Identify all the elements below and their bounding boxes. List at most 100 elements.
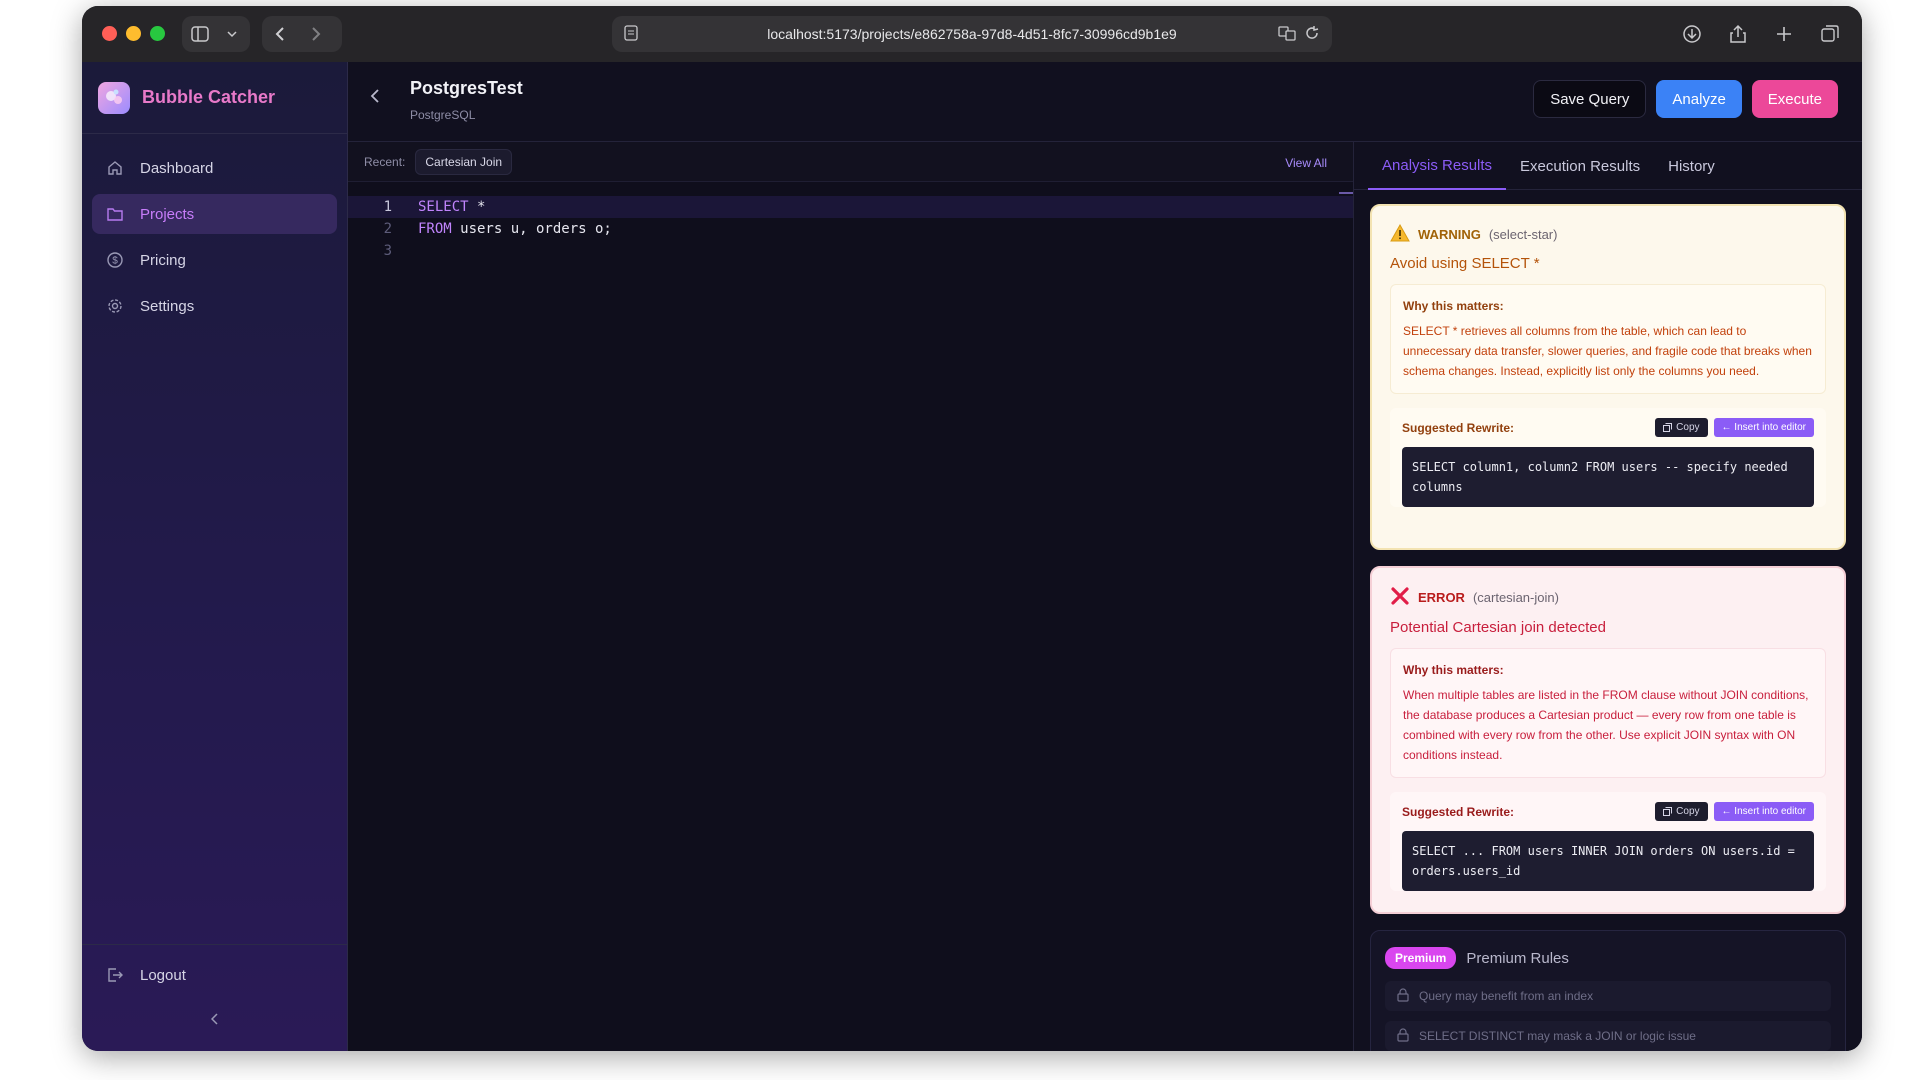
locked-rule[interactable]: SELECT DISTINCT may mask a JOIN or logic…: [1385, 1021, 1831, 1051]
code-line[interactable]: 3: [348, 240, 1353, 262]
reload-icon[interactable]: [1304, 25, 1320, 44]
rewrite-label: Suggested Rewrite:: [1402, 804, 1515, 819]
rewrite-label: Suggested Rewrite:: [1402, 420, 1515, 435]
line-number: 3: [383, 243, 392, 259]
tab-execution-results[interactable]: Execution Results: [1506, 142, 1654, 190]
sidebar-item-label: Dashboard: [140, 159, 214, 177]
browser-window: localhost:5173/projects/e862758a-97d8-4d…: [82, 6, 1862, 1051]
code-keyword: FROM: [418, 221, 452, 237]
result-title: Potential Cartesian join detected: [1390, 619, 1606, 636]
recent-query-chip[interactable]: Cartesian Join: [415, 148, 513, 175]
new-tab-icon[interactable]: [1766, 16, 1802, 52]
brand[interactable]: Bubble Catcher: [82, 62, 347, 134]
why-text: SELECT * retrieves all columns from the …: [1403, 324, 1812, 378]
analyze-button[interactable]: Analyze: [1656, 80, 1742, 118]
sidebar-item-label: Settings: [140, 297, 195, 315]
dollar-icon: $: [106, 251, 124, 269]
back-button[interactable]: [370, 88, 380, 109]
sidebar-item-dashboard[interactable]: Dashboard: [92, 148, 337, 188]
sidebar-item-pricing[interactable]: $ Pricing: [92, 240, 337, 280]
gear-icon: [106, 297, 124, 315]
chevron-left-icon: [370, 89, 379, 103]
code-line[interactable]: 2 FROM users u, orders o;: [348, 218, 1353, 240]
execute-button[interactable]: Execute: [1751, 80, 1838, 118]
why-box: Why this matters: SELECT * retrieves all…: [1390, 284, 1826, 394]
home-icon: [106, 159, 124, 177]
collapse-sidebar-button[interactable]: [92, 1001, 337, 1041]
svg-text:$: $: [112, 256, 118, 267]
copy-icon: [1663, 807, 1673, 816]
why-label: Why this matters:: [1403, 299, 1504, 313]
premium-title: Premium Rules: [1466, 949, 1569, 967]
sidebar-toggle-group: [182, 16, 250, 52]
sidebar-item-settings[interactable]: Settings: [92, 286, 337, 326]
sidebar-toggle-icon[interactable]: [182, 16, 218, 52]
analysis-results-list: WARNING (select-star) Avoid using SELECT…: [1354, 190, 1862, 914]
error-x-icon: [1390, 586, 1410, 609]
copy-button[interactable]: Copy: [1655, 418, 1708, 437]
sql-editor[interactable]: 1 SELECT * 2 FROM users u, orders o; 3: [348, 182, 1353, 262]
severity-label: WARNING: [1418, 227, 1481, 242]
address-bar[interactable]: localhost:5173/projects/e862758a-97d8-4d…: [612, 16, 1332, 52]
sidebar-item-projects[interactable]: Projects: [92, 194, 337, 234]
translate-icon[interactable]: [1278, 25, 1296, 44]
save-query-button[interactable]: Save Query: [1533, 80, 1647, 118]
suggested-rewrite: Suggested Rewrite: Copy ← Insert into ed…: [1390, 408, 1826, 507]
copy-button[interactable]: Copy: [1655, 802, 1708, 821]
rewrite-code: SELECT column1, column2 FROM users -- sp…: [1402, 447, 1814, 507]
result-title: Avoid using SELECT *: [1390, 255, 1540, 272]
warning-result-card: WARNING (select-star) Avoid using SELECT…: [1370, 204, 1846, 550]
insert-into-editor-button[interactable]: ← Insert into editor: [1713, 418, 1814, 437]
view-all-link[interactable]: View All: [1285, 156, 1327, 170]
code-line[interactable]: 1 SELECT *: [348, 196, 1353, 218]
download-icon[interactable]: [1674, 16, 1710, 52]
locked-rule[interactable]: Query may benefit from an index: [1385, 981, 1831, 1011]
window-controls: [102, 26, 165, 41]
why-label: Why this matters:: [1403, 663, 1504, 677]
insert-into-editor-button[interactable]: ← Insert into editor: [1713, 802, 1814, 821]
sidebar-item-label: Projects: [140, 205, 195, 223]
copy-icon: [1663, 423, 1673, 432]
page-title: PostgresTest: [410, 78, 523, 98]
recent-queries-bar: Recent: Cartesian Join View All: [348, 142, 1353, 182]
error-result-card: ERROR (cartesian-join) Potential Cartesi…: [1370, 566, 1846, 914]
chevron-left-icon: [210, 1012, 219, 1030]
tab-history[interactable]: History: [1654, 142, 1729, 190]
locked-rule-label: SELECT DISTINCT may mask a JOIN or logic…: [1419, 1029, 1696, 1043]
why-box: Why this matters: When multiple tables a…: [1390, 648, 1826, 778]
warning-icon: [1390, 223, 1410, 245]
forward-icon[interactable]: [298, 16, 334, 52]
project-header: PostgresTest PostgreSQL Save Query Analy…: [348, 62, 1862, 142]
minimize-window-button[interactable]: [126, 26, 141, 41]
chevron-down-icon[interactable]: [218, 16, 246, 52]
code-text: *: [468, 199, 486, 215]
code-keyword: SELECT: [418, 199, 469, 215]
results-panel: Analysis Results Execution Results Histo…: [1354, 142, 1862, 1051]
close-window-button[interactable]: [102, 26, 117, 41]
history-nav-group: [262, 16, 342, 52]
rule-id: (cartesian-join): [1472, 590, 1559, 605]
line-number: 1: [383, 199, 392, 215]
line-number: 2: [383, 221, 392, 237]
url-text: localhost:5173/projects/e862758a-97d8-4d…: [767, 26, 1177, 42]
browser-toolbar: localhost:5173/projects/e862758a-97d8-4d…: [82, 6, 1862, 62]
main-content: PostgresTest PostgreSQL Save Query Analy…: [348, 62, 1862, 1051]
editor-scroll-indicator: [1339, 192, 1353, 194]
sidebar: Bubble Catcher Dashboard Projects $ Pric…: [82, 62, 348, 1051]
why-text: When multiple tables are listed in the F…: [1403, 688, 1809, 762]
maximize-window-button[interactable]: [150, 26, 165, 41]
editor-pane: Recent: Cartesian Join View All 1 SELECT…: [348, 142, 1354, 1051]
premium-rules-section: Premium Premium Rules Query may benefit …: [1370, 930, 1846, 1051]
tab-overview-icon[interactable]: [1812, 16, 1848, 52]
database-type: PostgreSQL: [410, 108, 476, 122]
logout-button[interactable]: Logout: [92, 955, 337, 995]
sidebar-item-label: Pricing: [140, 251, 186, 269]
logout-label: Logout: [140, 966, 186, 984]
tab-analysis-results[interactable]: Analysis Results: [1368, 142, 1507, 190]
page-info-icon[interactable]: [624, 25, 638, 44]
back-icon[interactable]: [262, 16, 298, 52]
share-icon[interactable]: [1720, 16, 1756, 52]
premium-badge: Premium: [1385, 947, 1457, 969]
rewrite-code: SELECT ... FROM users INNER JOIN orders …: [1402, 831, 1814, 891]
folder-icon: [106, 205, 124, 223]
